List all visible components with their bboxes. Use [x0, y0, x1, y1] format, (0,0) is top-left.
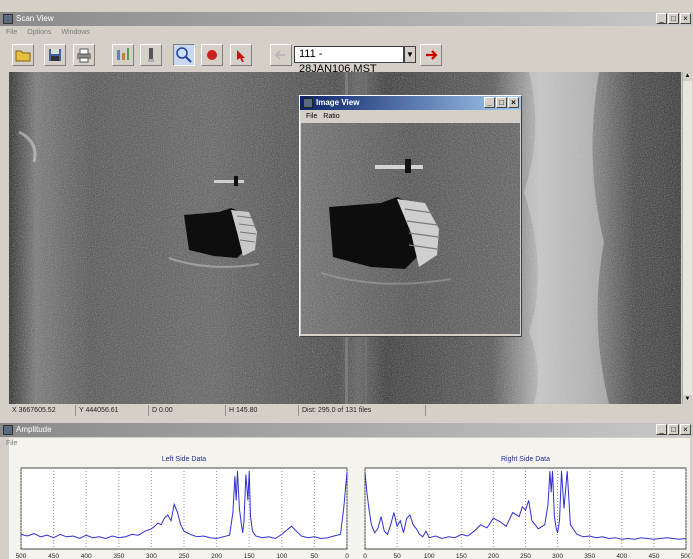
amplitude-panel: Left Side Data 500 450 400 350 300 250 200 150 10…	[9, 438, 690, 559]
right-side-chart: Right Side Data 0 50 100 150 200 250 300 350 400 4…	[363, 456, 690, 559]
chevron-up-icon: ▲	[684, 73, 691, 79]
zoomed-wreck-graphic	[301, 123, 520, 334]
image-view-window: Image View _ □ × File Ratio	[299, 95, 522, 337]
pointer-icon	[237, 50, 245, 62]
zoom-icon	[176, 47, 192, 63]
menu-options[interactable]: Options	[27, 29, 51, 36]
filter-button[interactable]	[112, 44, 134, 66]
status-y: Y 444056.61	[76, 405, 149, 416]
chart-title: Right Side Data	[501, 456, 550, 463]
x-tick-label: 250	[179, 553, 190, 559]
menu-windows[interactable]: Windows	[61, 29, 89, 36]
print-icon	[77, 48, 91, 63]
prev-file-icon	[274, 50, 285, 60]
status-h: H 145.80	[226, 405, 299, 416]
file-select[interactable]: 111 - 28JAN106.MST	[294, 46, 404, 75]
x-tick-label: 400	[81, 553, 92, 559]
image-close-button[interactable]: ×	[508, 97, 519, 108]
x-tick-label: 50	[393, 553, 401, 559]
probe-button[interactable]	[140, 44, 162, 66]
image-menu-file[interactable]: File	[306, 113, 317, 120]
app-icon	[3, 14, 13, 24]
x-tick-label: 500	[681, 553, 690, 559]
x-tick-label: 450	[48, 553, 59, 559]
x-tick-label: 200	[211, 553, 222, 559]
x-tick-label: 450	[648, 553, 659, 559]
left-side-chart: Left Side Data500 450 400 350 300 250 200 150 10…	[16, 456, 350, 559]
status-bar: X 3667605.52 Y 444056.61 D 0.00 H 145.80…	[9, 405, 681, 416]
x-tick-label: 300	[146, 553, 157, 559]
image-maximize-button[interactable]: □	[496, 97, 507, 108]
status-dist: Dist: 295.0 of 131 files	[299, 405, 426, 416]
next-file-button[interactable]	[420, 44, 442, 66]
image-menu-ratio[interactable]: Ratio	[323, 113, 339, 120]
chevron-down-icon: ▼	[406, 50, 414, 59]
amplitude-titlebar: Amplitude _ □ ×	[0, 423, 693, 437]
next-file-icon	[426, 50, 438, 60]
x-tick-label: 350	[584, 553, 595, 559]
x-tick-label: 0	[345, 553, 349, 559]
x-tick-label: 400	[616, 553, 627, 559]
probe-icon	[148, 48, 154, 62]
save-icon	[49, 49, 61, 61]
amplitude-menu-file[interactable]: File	[6, 440, 17, 447]
record-button[interactable]	[201, 44, 223, 66]
filter-icon	[117, 48, 129, 60]
scan-view-titlebar: Scan View _ □ ×	[0, 12, 693, 26]
amplitude-app-icon	[3, 425, 13, 435]
print-button[interactable]	[73, 44, 95, 66]
open-icon	[15, 50, 31, 62]
save-button[interactable]	[44, 44, 66, 66]
prev-file-button[interactable]	[270, 44, 292, 66]
chart-title: Left Side Data	[162, 456, 206, 463]
amplitude-minimize-button[interactable]: _	[656, 424, 667, 435]
x-tick-label: 100	[276, 553, 287, 559]
x-tick-label: 350	[113, 553, 124, 559]
scan-view-menubar: File Options Windows	[0, 27, 94, 39]
amplitude-close-button[interactable]: ×	[680, 424, 691, 435]
menu-file[interactable]: File	[6, 29, 17, 36]
close-button[interactable]: ×	[680, 13, 691, 24]
amplitude-title: Amplitude	[16, 425, 52, 434]
x-tick-label: 100	[424, 553, 435, 559]
x-tick-label: 200	[488, 553, 499, 559]
x-tick-label: 250	[520, 553, 531, 559]
pointer-button[interactable]	[230, 44, 252, 66]
x-tick-label: 500	[16, 553, 27, 559]
zoom-button[interactable]	[173, 44, 195, 66]
file-select-dropdown[interactable]: ▼	[404, 46, 416, 63]
record-icon	[207, 50, 217, 60]
maximize-button[interactable]: □	[668, 13, 679, 24]
open-button[interactable]	[12, 44, 34, 66]
status-d: D 0.00	[149, 405, 226, 416]
image-view-titlebar: Image View _ □ ×	[300, 96, 521, 110]
amplitude-menubar: File	[0, 438, 21, 450]
image-view-app-icon	[303, 98, 313, 108]
image-view-title: Image View	[316, 98, 360, 107]
amplitude-maximize-button[interactable]: □	[668, 424, 679, 435]
x-tick-label: 0	[363, 553, 367, 559]
status-x: X 3667605.52	[9, 405, 76, 416]
x-tick-label: 150	[244, 553, 255, 559]
scroll-up-button[interactable]: ▲	[683, 72, 692, 81]
x-tick-label: 300	[552, 553, 563, 559]
minimize-button[interactable]: _	[656, 13, 667, 24]
scan-vertical-scrollbar[interactable]: ▲ ▼	[682, 72, 692, 404]
image-view-zoom[interactable]	[301, 123, 520, 334]
image-view-menubar: File Ratio	[300, 111, 340, 122]
scan-view-title: Scan View	[16, 14, 54, 23]
image-minimize-button[interactable]: _	[484, 97, 495, 108]
x-tick-label: 50	[311, 553, 319, 559]
scroll-down-button[interactable]: ▼	[683, 395, 692, 404]
chevron-down-icon: ▼	[684, 396, 691, 402]
x-tick-label: 150	[456, 553, 467, 559]
